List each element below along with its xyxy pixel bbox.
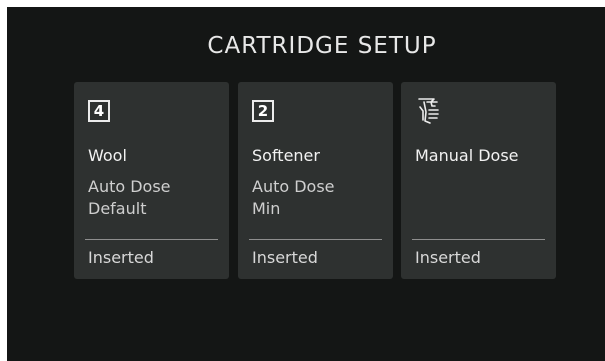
divider [249,239,382,240]
cartridge-status: Inserted [415,248,481,267]
divider [412,239,545,240]
page-title: CARTRIDGE SETUP [207,33,437,59]
dose-mode-line1: Auto Dose [88,177,171,196]
cartridge-card-wool[interactable]: 4 Wool Auto Dose Default Inserted [74,82,229,279]
slot-number-badge: 4 [88,100,110,122]
dose-mode-line2: Default [88,199,147,218]
cartridge-name: Wool [88,146,127,165]
dose-mode-line2: Min [252,199,281,218]
cartridge-name: Softener [252,146,320,165]
divider [85,239,218,240]
cartridge-name: Manual Dose [415,146,519,165]
manual-dose-hand-icon [418,98,439,124]
dose-mode-line1: Auto Dose [252,177,335,196]
dose-mode: Auto Dose Min [252,176,335,220]
cartridge-card-softener[interactable]: 2 Softener Auto Dose Min Inserted [238,82,393,279]
dose-mode: Auto Dose Default [88,176,171,220]
slot-number-badge: 2 [252,100,274,122]
cartridge-card-manual-dose[interactable]: Manual Dose Inserted [401,82,556,279]
cartridge-setup-screen: CARTRIDGE SETUP 4 Wool Auto Dose Default… [7,7,605,361]
cartridge-status: Inserted [88,248,154,267]
cartridge-status: Inserted [252,248,318,267]
